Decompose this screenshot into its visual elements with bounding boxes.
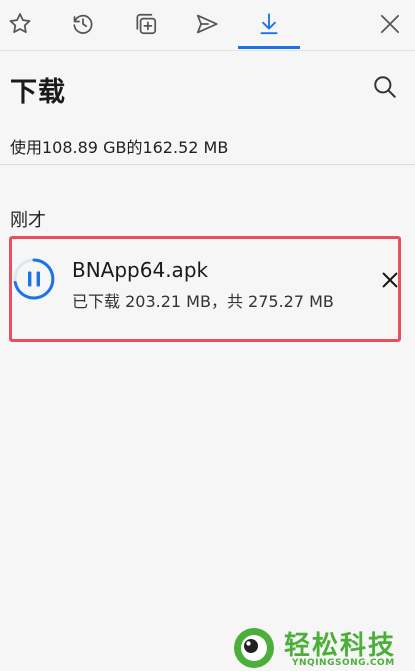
watermark-logo-icon bbox=[234, 628, 274, 668]
tab-share[interactable] bbox=[187, 4, 227, 44]
watermark: 轻松科技 YNQINGSONG.COM bbox=[230, 624, 415, 671]
star-icon bbox=[9, 13, 31, 33]
section-label-recent: 刚才 bbox=[10, 210, 46, 231]
add-collection-icon bbox=[136, 13, 157, 35]
download-progress-text: 已下载 203.21 MB，共 275.27 MB bbox=[72, 292, 334, 311]
tab-bar bbox=[0, 0, 415, 51]
divider bbox=[0, 164, 415, 165]
search-icon bbox=[374, 76, 396, 98]
watermark-subtitle: YNQINGSONG.COM bbox=[292, 658, 395, 668]
history-icon bbox=[73, 14, 93, 34]
tab-history[interactable] bbox=[63, 4, 103, 44]
page-title: 下载 bbox=[10, 77, 66, 108]
close-icon bbox=[382, 272, 398, 288]
cancel-download-button[interactable] bbox=[377, 267, 403, 293]
file-name: BNApp64.apk bbox=[72, 258, 209, 282]
close-icon bbox=[381, 15, 399, 33]
watermark-title: 轻松科技 bbox=[284, 631, 397, 661]
pause-button[interactable] bbox=[12, 257, 56, 301]
active-tab-indicator bbox=[238, 46, 300, 49]
tab-collections[interactable] bbox=[126, 4, 166, 44]
search-button[interactable] bbox=[370, 72, 400, 102]
download-item[interactable]: BNApp64.apk 已下载 203.21 MB，共 275.27 MB bbox=[9, 236, 401, 342]
download-icon bbox=[260, 13, 278, 35]
tab-favorites[interactable] bbox=[0, 4, 40, 44]
storage-usage: 使用108.89 GB的162.52 MB bbox=[10, 138, 229, 157]
close-panel-button[interactable] bbox=[370, 4, 410, 44]
pause-icon bbox=[13, 258, 55, 300]
send-icon bbox=[196, 14, 218, 34]
tab-downloads[interactable] bbox=[249, 4, 289, 44]
